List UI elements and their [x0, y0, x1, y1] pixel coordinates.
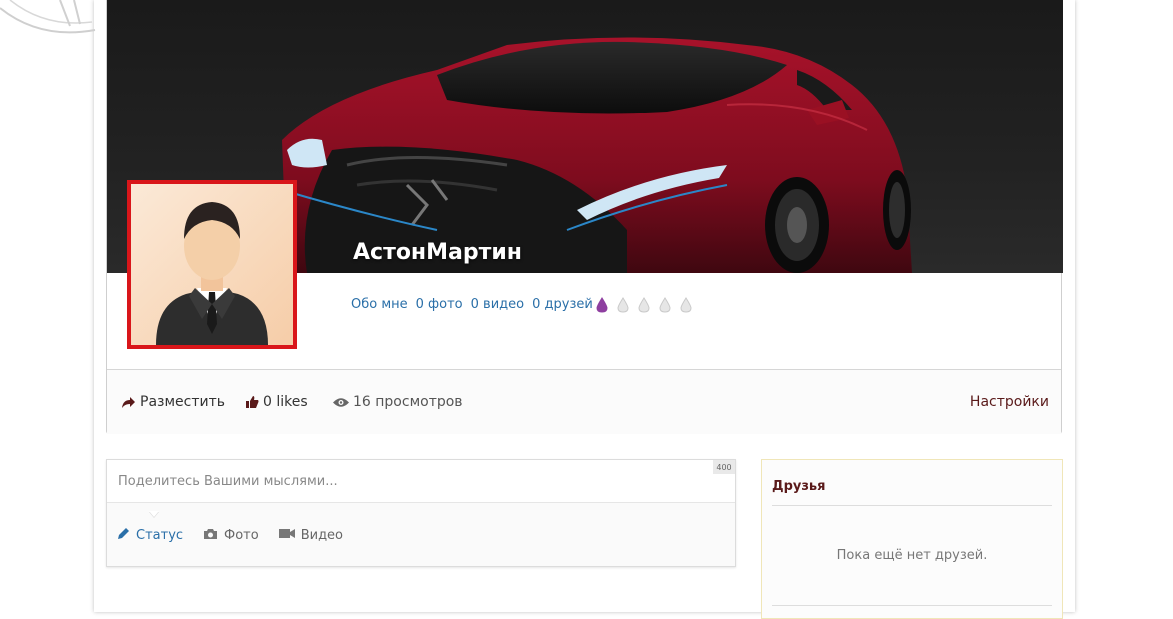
eye-icon	[333, 397, 349, 408]
about-me-link[interactable]: Обо мне	[351, 297, 408, 312]
views-count: 16 просмотров	[353, 394, 463, 410]
char-counter: 400	[713, 460, 735, 474]
camera-icon	[203, 528, 218, 544]
tab-video-label: Видео	[300, 528, 344, 543]
status-composer: 400 Статус Фото Видео	[106, 459, 736, 567]
tab-status[interactable]: Статус	[117, 527, 183, 544]
settings-label: Настройки	[969, 394, 1049, 410]
status-input[interactable]	[107, 460, 735, 503]
like-button[interactable]: 0 likes	[245, 394, 308, 410]
friends-count-link[interactable]: 0 друзей	[532, 297, 593, 312]
share-arrow-icon	[121, 396, 136, 409]
rating-drop-icon	[659, 297, 671, 313]
rating-drop-icon	[617, 297, 629, 313]
video-camera-icon	[278, 528, 295, 543]
views-counter: 16 просмотров	[333, 394, 463, 410]
tab-status-label: Статус	[136, 528, 184, 543]
profile-stats-links: Обо мне 0 фото 0 видео 0 друзей	[351, 297, 593, 312]
thumbs-up-icon	[245, 395, 259, 409]
tab-photo[interactable]: Фото	[203, 527, 259, 544]
tab-photo-label: Фото	[224, 528, 259, 543]
user-silhouette-icon	[156, 202, 268, 345]
composer-tabs: Статус Фото Видео	[117, 527, 343, 544]
profile-avatar[interactable]	[127, 180, 297, 349]
photos-count-link[interactable]: 0 фото	[416, 297, 463, 312]
profile-card: АстонМартин Обо мне 0 фото 0 видео 0 дру…	[106, 0, 1063, 434]
settings-link[interactable]: Настройки	[970, 394, 1049, 410]
friends-title: Друзья	[772, 479, 826, 494]
rating-drop-icon	[596, 297, 608, 313]
videos-count-link[interactable]: 0 видео	[471, 297, 524, 312]
rating-drop-icon	[638, 297, 650, 313]
friends-panel: Друзья Пока ещё нет друзей.	[761, 459, 1063, 619]
share-label: Разместить	[140, 394, 225, 410]
tab-video[interactable]: Видео	[278, 527, 344, 544]
profile-action-bar: Разместить 0 likes 16 просмотров Настрой…	[107, 369, 1061, 434]
rating-drop-icon	[680, 297, 692, 313]
divider	[772, 505, 1052, 506]
corner-decoration	[0, 0, 96, 34]
rating-drops	[596, 297, 692, 313]
active-tab-caret	[149, 511, 159, 517]
divider	[772, 605, 1052, 606]
pencil-icon	[117, 527, 130, 544]
share-button[interactable]: Разместить	[121, 394, 225, 410]
profile-username: АстонМартин	[353, 240, 522, 265]
friends-empty-message: Пока ещё нет друзей.	[836, 548, 988, 563]
likes-count: 0 likes	[263, 394, 308, 410]
